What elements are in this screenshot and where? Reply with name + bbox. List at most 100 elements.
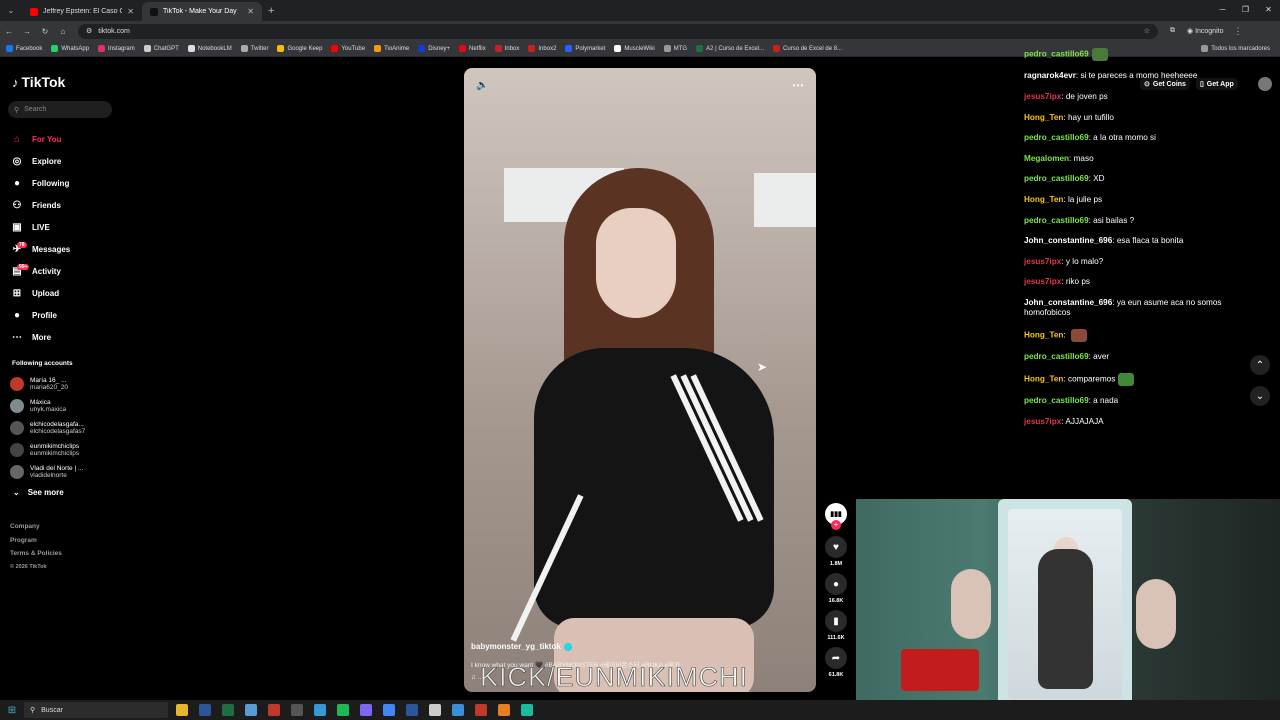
chat-username[interactable]: pedro_castillo69: [1024, 133, 1089, 142]
nav-item-following[interactable]: ● Following: [10, 172, 135, 194]
browser-menu-icon[interactable]: ⋮: [1233, 26, 1242, 37]
video-more-icon[interactable]: ⋯: [792, 78, 804, 92]
close-window-icon[interactable]: ✕: [1257, 0, 1280, 20]
creator-avatar[interactable]: ▮▮▮ +: [823, 503, 849, 530]
taskbar-app-icon[interactable]: [222, 704, 234, 716]
bookmark-item[interactable]: MuscleWiki: [614, 45, 655, 52]
new-tab-button[interactable]: +: [262, 5, 280, 17]
extensions-icon[interactable]: ⧉: [1170, 27, 1175, 35]
bookmark-item[interactable]: A2 | Curso de Excel...: [696, 45, 764, 52]
windows-start-icon[interactable]: ⊞: [0, 705, 24, 716]
bookmark-item[interactable]: Google Keep: [277, 45, 322, 52]
nav-item-messages[interactable]: ✈ 78 Messages: [10, 238, 135, 260]
reload-icon[interactable]: ↻: [36, 27, 54, 36]
chat-username[interactable]: jesus7ipx: [1024, 92, 1061, 101]
tab-search-icon[interactable]: ⌄: [0, 6, 22, 15]
save-button[interactable]: ▮ 111.6K: [823, 610, 849, 641]
taskbar-app-icon[interactable]: [176, 704, 188, 716]
chat-username[interactable]: jesus7ipx: [1024, 277, 1061, 286]
chat-username[interactable]: pedro_castillo69: [1024, 396, 1089, 405]
chat-username[interactable]: John_constantine_696: [1024, 298, 1112, 307]
bookmark-item[interactable]: Curso de Excel de 8...: [773, 45, 842, 52]
share-button[interactable]: ➦ 61.8K: [823, 647, 849, 678]
browser-tab[interactable]: TikTok - Make Your Day ✕: [142, 2, 262, 21]
taskbar-app-icon[interactable]: [498, 704, 510, 716]
back-icon[interactable]: ←: [0, 27, 18, 36]
taskbar-app-icon[interactable]: [291, 704, 303, 716]
following-account[interactable]: María 16_ ... maria620_20: [10, 373, 135, 395]
chat-username[interactable]: pedro_castillo69: [1024, 174, 1089, 183]
taskbar-app-icon[interactable]: [452, 704, 464, 716]
nav-item-explore[interactable]: ◎ Explore: [10, 150, 135, 172]
taskbar-app-icon[interactable]: [383, 704, 395, 716]
comment-button[interactable]: ● 16.8K: [823, 573, 849, 604]
bookmark-item[interactable]: MTG: [663, 45, 687, 52]
bookmark-item[interactable]: Inbox2: [528, 45, 556, 52]
bookmark-item[interactable]: Facebook: [6, 45, 42, 52]
chat-username[interactable]: Hong_Ten: [1024, 195, 1063, 204]
maximize-icon[interactable]: ❐: [1234, 0, 1257, 20]
bookmark-item[interactable]: Polymarket: [565, 45, 605, 52]
taskbar-app-icon[interactable]: [360, 704, 372, 716]
chat-username[interactable]: Megalomen: [1024, 154, 1069, 163]
taskbar-app-icon[interactable]: [245, 704, 257, 716]
taskbar-app-icon[interactable]: [199, 704, 211, 716]
bookmark-item[interactable]: Twitter: [240, 45, 268, 52]
bookmark-item[interactable]: Disney+: [418, 45, 450, 52]
chat-username[interactable]: jesus7ipx: [1024, 257, 1061, 266]
taskbar-app-icon[interactable]: [475, 704, 487, 716]
chat-username[interactable]: pedro_castillo69: [1024, 50, 1089, 59]
video-player[interactable]: 🔈 ⋯ babymonster_yg_tiktok I know what yo…: [464, 68, 816, 692]
tiktok-logo[interactable]: ♪ TikTok: [12, 74, 65, 90]
taskbar-app-icon[interactable]: [521, 704, 533, 716]
chat-username[interactable]: ragnarok4evr: [1024, 71, 1076, 80]
nav-item-live[interactable]: ▣ LIVE: [10, 216, 135, 238]
chat-username[interactable]: Hong_Ten: [1024, 113, 1063, 122]
site-info-icon[interactable]: ⚙: [86, 27, 92, 35]
bookmark-item[interactable]: ChatGPT: [143, 45, 179, 52]
home-browser-icon[interactable]: ⌂: [54, 27, 72, 36]
following-account[interactable]: Máxica unyk.maxica: [10, 395, 135, 417]
chat-username[interactable]: Hong_Ten: [1024, 374, 1063, 383]
taskbar-app-icon[interactable]: [337, 704, 349, 716]
video-author[interactable]: babymonster_yg_tiktok: [471, 642, 811, 651]
chat-username[interactable]: pedro_castillo69: [1024, 216, 1089, 225]
footer-link-company[interactable]: Company: [10, 520, 62, 534]
close-tab-icon[interactable]: ✕: [247, 7, 254, 16]
bookmark-item[interactable]: Inbox: [494, 45, 519, 52]
taskbar-app-icon[interactable]: [314, 704, 326, 716]
chevron-up-icon[interactable]: ⌃: [1250, 355, 1270, 375]
like-button[interactable]: ♥ 1.8M: [823, 536, 849, 567]
bookmark-item[interactable]: YouTube: [331, 45, 365, 52]
chat-username[interactable]: Hong_Ten: [1024, 330, 1063, 339]
nav-item-profile[interactable]: ● Profile: [10, 304, 135, 326]
nav-item-upload[interactable]: ⊞ Upload: [10, 282, 135, 304]
chat-username[interactable]: John_constantine_696: [1024, 236, 1112, 245]
chat-username[interactable]: pedro_castillo69: [1024, 352, 1089, 361]
footer-link-terms[interactable]: Terms & Policies: [10, 547, 62, 561]
nav-item-friends[interactable]: ⚇ Friends: [10, 194, 135, 216]
taskbar-app-icon[interactable]: [268, 704, 280, 716]
bookmark-item[interactable]: Instagram: [98, 45, 135, 52]
browser-tab[interactable]: Jeffrey Epstein: El Caso Que El... ✕: [22, 2, 142, 21]
search-input[interactable]: ⚲ Search: [8, 101, 112, 118]
chevron-down-nav-icon[interactable]: ⌄: [1250, 386, 1270, 406]
bookmark-star-icon[interactable]: ☆: [1144, 27, 1150, 35]
nav-item-more[interactable]: ⋯ More: [10, 326, 135, 348]
taskbar-app-icon[interactable]: [429, 704, 441, 716]
close-tab-icon[interactable]: ✕: [127, 7, 134, 16]
nav-item-for-you[interactable]: ⌂ For You: [10, 128, 135, 150]
see-more-button[interactable]: ⌄ See more: [13, 488, 64, 497]
footer-link-program[interactable]: Program: [10, 534, 62, 548]
volume-icon[interactable]: 🔈: [476, 80, 488, 91]
bookmark-item[interactable]: TioAnime: [374, 45, 409, 52]
following-account[interactable]: Vladi del Norte | ... vladidelnorte: [10, 461, 135, 483]
bookmark-item[interactable]: WhatsApp: [51, 45, 89, 52]
forward-icon[interactable]: →: [18, 27, 36, 36]
following-account[interactable]: elchicodelasgafa... elchicodelasgafas7: [10, 417, 135, 439]
following-account[interactable]: eunmikimchiclips eunmikimchiclips: [10, 439, 135, 461]
taskbar-search[interactable]: ⚲ Buscar: [24, 702, 168, 718]
url-input[interactable]: ⚙ tiktok.com ☆: [78, 23, 1158, 39]
taskbar-app-icon[interactable]: [406, 704, 418, 716]
follow-plus-icon[interactable]: +: [831, 520, 841, 530]
